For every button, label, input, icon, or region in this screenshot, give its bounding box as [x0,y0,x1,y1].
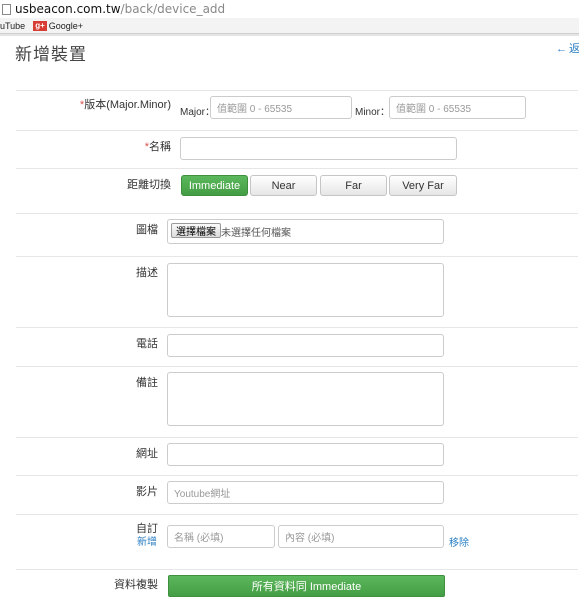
custom-remove-link[interactable]: 移除 [449,534,469,549]
copy-all-immediate-button[interactable]: 所有資料同 Immediate [168,575,445,597]
button-label: Near [271,179,296,192]
page-icon [2,3,11,15]
copy-label: 資料複製 [114,579,158,591]
address-bar[interactable]: usbeacon.com.tw/back/device_add [0,0,579,18]
button-label: Very Far [402,179,444,192]
page-title: 新增裝置 [15,45,87,65]
bookmarks-bar: uTube g+ Google+ [0,18,579,34]
video-placeholder: Youtube網址 [174,489,231,500]
custom-content-input[interactable]: 內容 (必填) [278,525,444,548]
description-textarea[interactable] [167,263,444,317]
choose-file-button[interactable]: 選擇檔案 [171,223,221,238]
divider [16,327,578,328]
distance-very-far-button[interactable]: Very Far [389,175,457,196]
minor-input[interactable]: 值範圍 0 - 65535 [389,96,526,119]
note-textarea[interactable] [167,372,444,426]
file-status: 未選擇任何檔案 [221,228,291,239]
name-label-text: 名稱 [149,141,171,153]
phone-label: 電話 [136,338,158,350]
distance-immediate-button[interactable]: Immediate [181,175,248,196]
divider [16,130,578,131]
button-label: Far [345,179,362,192]
minor-label: Minor： [355,107,391,118]
back-label: 返回 [569,43,579,55]
version-label-text: 版本(Major.Minor) [84,99,171,111]
divider [16,168,578,169]
video-input[interactable]: Youtube網址 [167,481,444,504]
url-path: /back/device_add [120,2,226,16]
distance-near-button[interactable]: Near [250,175,317,196]
minor-placeholder: 值範圍 0 - 65535 [396,104,472,115]
video-label: 影片 [136,486,158,498]
custom-content-placeholder: 內容 (必填) [285,533,335,544]
custom-add-link[interactable]: 新增 [137,533,157,548]
bookmark-label: Google+ [48,20,84,31]
divider [0,34,579,36]
distance-far-button[interactable]: Far [320,175,387,196]
button-label: Immediate [188,179,241,192]
bookmark-google-plus[interactable]: g+ Google+ [33,20,84,31]
divider [16,475,578,476]
name-label: *名稱 [145,138,171,154]
website-input[interactable] [167,443,444,466]
name-input[interactable] [180,137,457,160]
divider [16,514,578,515]
major-placeholder: 值範圍 0 - 65535 [217,104,293,115]
custom-name-input[interactable]: 名稱 (必填) [167,525,275,548]
arrow-left-icon: ← [556,43,567,55]
image-label: 圖檔 [136,224,158,236]
divider [16,213,578,214]
back-link[interactable]: ←返回 [556,40,579,56]
divider [16,366,578,367]
divider [16,256,578,257]
divider [16,90,578,91]
google-plus-icon: g+ [33,20,47,31]
description-label: 描述 [136,267,158,279]
bookmark-label: uTube [0,20,26,31]
major-input[interactable]: 值範圍 0 - 65535 [210,96,352,119]
bookmark-youtube[interactable]: uTube [0,21,25,31]
website-label: 網址 [136,448,158,460]
phone-input[interactable] [167,334,444,357]
version-label: *版本(Major.Minor) [80,96,171,112]
distance-label: 距離切換 [127,179,171,191]
note-label: 備註 [136,377,158,389]
divider [16,569,578,570]
url-domain: usbeacon.com.tw [15,2,121,16]
custom-name-placeholder: 名稱 (必填) [174,533,224,544]
divider [16,437,578,438]
